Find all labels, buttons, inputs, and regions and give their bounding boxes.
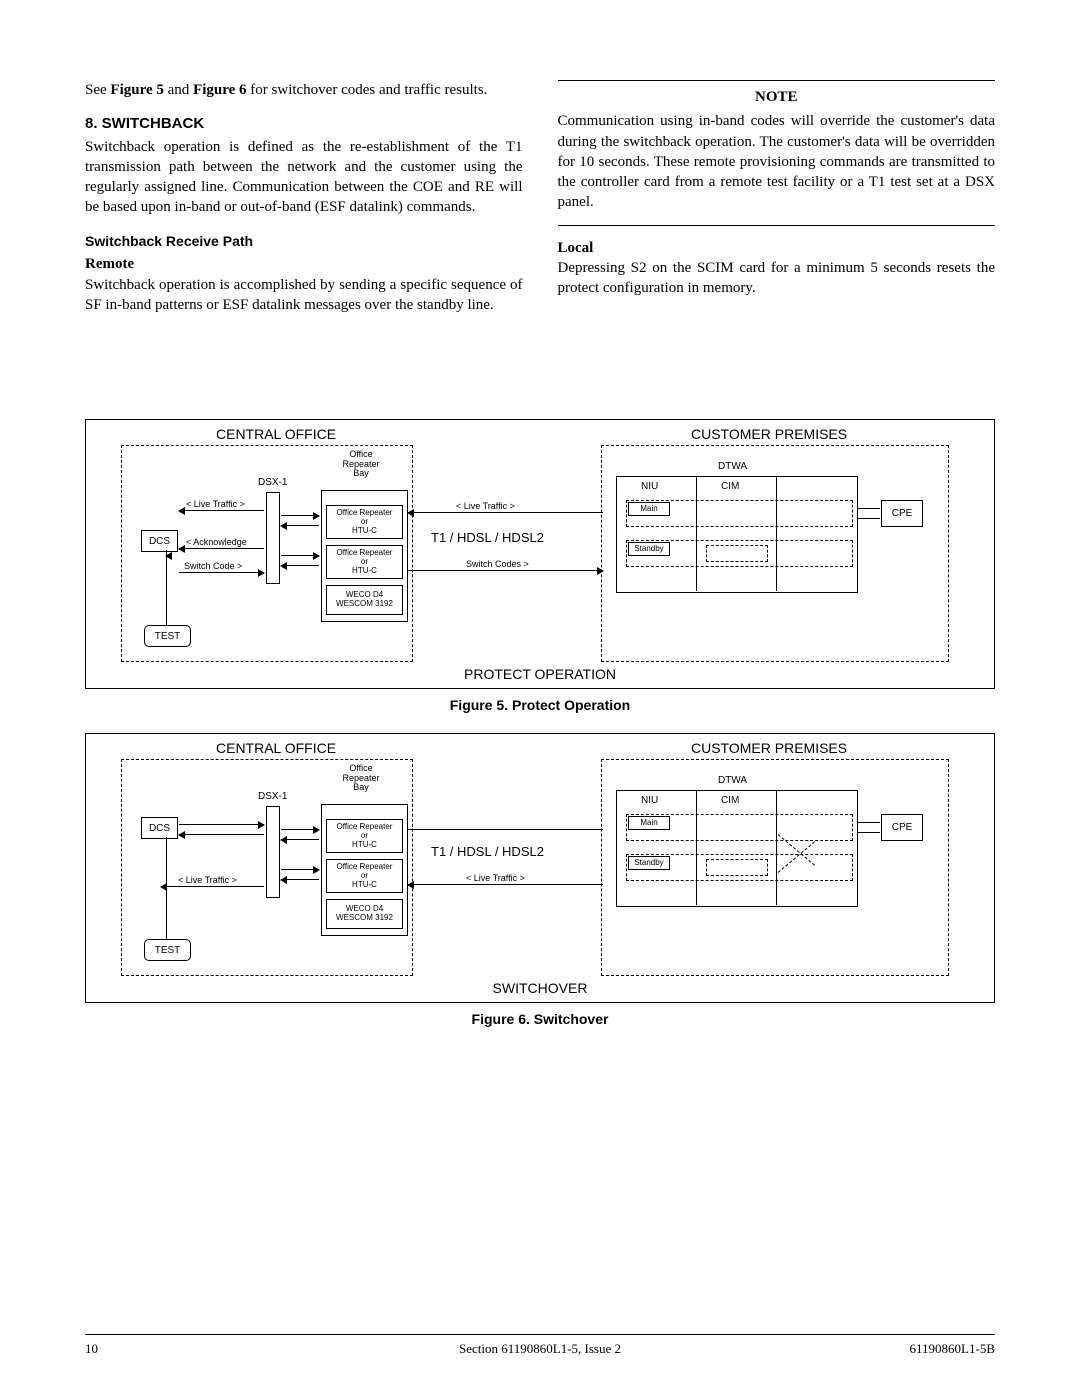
- repeater-bottom-6: Office Repeater or HTU-C: [326, 859, 403, 893]
- inner-standby-dash-6: [706, 859, 768, 876]
- central-office-label-6: CENTRAL OFFICE: [216, 740, 336, 756]
- live-traffic-label-1: < Live Traffic >: [186, 500, 245, 509]
- figure5-ref: Figure 5: [110, 82, 163, 98]
- repeater-top-6: Office Repeater or HTU-C: [326, 819, 403, 853]
- note-title: NOTE: [558, 87, 996, 107]
- dcs-box-6: DCS: [141, 817, 178, 839]
- protect-operation-label: PROTECT OPERATION: [86, 666, 994, 682]
- orb-label: Office Repeater Bay: [331, 450, 391, 478]
- dcs-box: DCS: [141, 530, 178, 552]
- figure-6-frame: CENTRAL OFFICE CUSTOMER PREMISES Office …: [85, 733, 995, 1003]
- main-box: Main: [628, 502, 670, 516]
- live-traffic-label-4: < Live Traffic >: [466, 874, 525, 883]
- main-box-6: Main: [628, 816, 670, 830]
- figure-5-caption: Figure 5. Protect Operation: [85, 697, 995, 713]
- dtwa-outer-6: [616, 790, 858, 907]
- note-body: Communication using in-band codes will o…: [558, 111, 996, 212]
- test-box: TEST: [144, 625, 191, 647]
- t1-hdsl-label: T1 / HDSL / HDSL2: [431, 530, 544, 545]
- left-column: See Figure 5 and Figure 6 for switchover…: [85, 80, 523, 319]
- section-8-heading: 8. SWITCHBACK: [85, 114, 523, 134]
- repeater-top: Office Repeater or HTU-C: [326, 505, 403, 539]
- standby-box: Standby: [628, 542, 670, 556]
- switchover-label: SWITCHOVER: [86, 980, 994, 996]
- body-columns: See Figure 5 and Figure 6 for switchover…: [85, 80, 995, 319]
- line-switch-code: [179, 572, 264, 573]
- dsx1-label: DSX-1: [258, 478, 287, 489]
- switch-code-label: Switch Code >: [184, 562, 242, 571]
- dsx1-box: [266, 492, 280, 584]
- line-mid-bot: [408, 570, 603, 571]
- standby-box-6: Standby: [628, 856, 670, 870]
- figure-5-wrap: CENTRAL OFFICE CUSTOMER PREMISES Office …: [85, 419, 995, 713]
- dsx1-box-6: [266, 806, 280, 898]
- local-label: Local: [558, 238, 996, 258]
- cpe-box-6: CPE: [881, 814, 923, 841]
- weco-box-6: WECO D4 WESCOM 3192: [326, 899, 403, 929]
- niu-label-6: NIU: [641, 796, 658, 807]
- line-live-6: [161, 886, 264, 887]
- line-ack: [179, 548, 264, 549]
- note-block: NOTE Communication using in-band codes w…: [558, 80, 996, 226]
- dsx1-label-6: DSX-1: [258, 792, 287, 803]
- orb-label-6: Office Repeater Bay: [331, 764, 391, 792]
- dtwa-outer: [616, 476, 858, 593]
- remote-body: Switchback operation is accomplished by …: [85, 275, 523, 316]
- line-live-top: [179, 510, 264, 511]
- switchback-receive-path-heading: Switchback Receive Path: [85, 232, 523, 251]
- test-box-6: TEST: [144, 939, 191, 961]
- acknowledge-label: < Acknowledge: [186, 538, 247, 547]
- cim-label: CIM: [721, 482, 739, 493]
- figure6-ref: Figure 6: [193, 82, 246, 98]
- right-column: NOTE Communication using in-band codes w…: [558, 80, 996, 319]
- live-traffic-label-2: < Live Traffic >: [456, 502, 515, 511]
- remote-label: Remote: [85, 254, 523, 274]
- t1-hdsl-label-6: T1 / HDSL / HDSL2: [431, 844, 544, 859]
- live-traffic-label-3: < Live Traffic >: [178, 876, 237, 885]
- dtwa-label: DTWA: [718, 462, 747, 473]
- figure-5-frame: CENTRAL OFFICE CUSTOMER PREMISES Office …: [85, 419, 995, 689]
- central-office-label: CENTRAL OFFICE: [216, 426, 336, 442]
- cim-label-6: CIM: [721, 796, 739, 807]
- line-mid-top: [408, 512, 603, 513]
- cpe-box: CPE: [881, 500, 923, 527]
- local-body: Depressing S2 on the SCIM card for a min…: [558, 258, 996, 299]
- customer-premises-label: CUSTOMER PREMISES: [691, 426, 847, 442]
- test-vline: [166, 550, 167, 625]
- customer-premises-label-6: CUSTOMER PREMISES: [691, 740, 847, 756]
- figure-6-caption: Figure 6. Switchover: [85, 1011, 995, 1027]
- footer-section: Section 61190860L1-5, Issue 2: [85, 1341, 995, 1357]
- intro-paragraph: See Figure 5 and Figure 6 for switchover…: [85, 80, 523, 100]
- repeater-bottom: Office Repeater or HTU-C: [326, 545, 403, 579]
- figure-6-wrap: CENTRAL OFFICE CUSTOMER PREMISES Office …: [85, 733, 995, 1027]
- section-8-body: Switchback operation is defined as the r…: [85, 137, 523, 218]
- switch-codes-label: Switch Codes >: [466, 560, 529, 569]
- weco-box: WECO D4 WESCOM 3192: [326, 585, 403, 615]
- page-footer: 10 Section 61190860L1-5, Issue 2 6119086…: [85, 1334, 995, 1357]
- dtwa-label-6: DTWA: [718, 776, 747, 787]
- inner-standby-dash: [706, 545, 768, 562]
- niu-label: NIU: [641, 482, 658, 493]
